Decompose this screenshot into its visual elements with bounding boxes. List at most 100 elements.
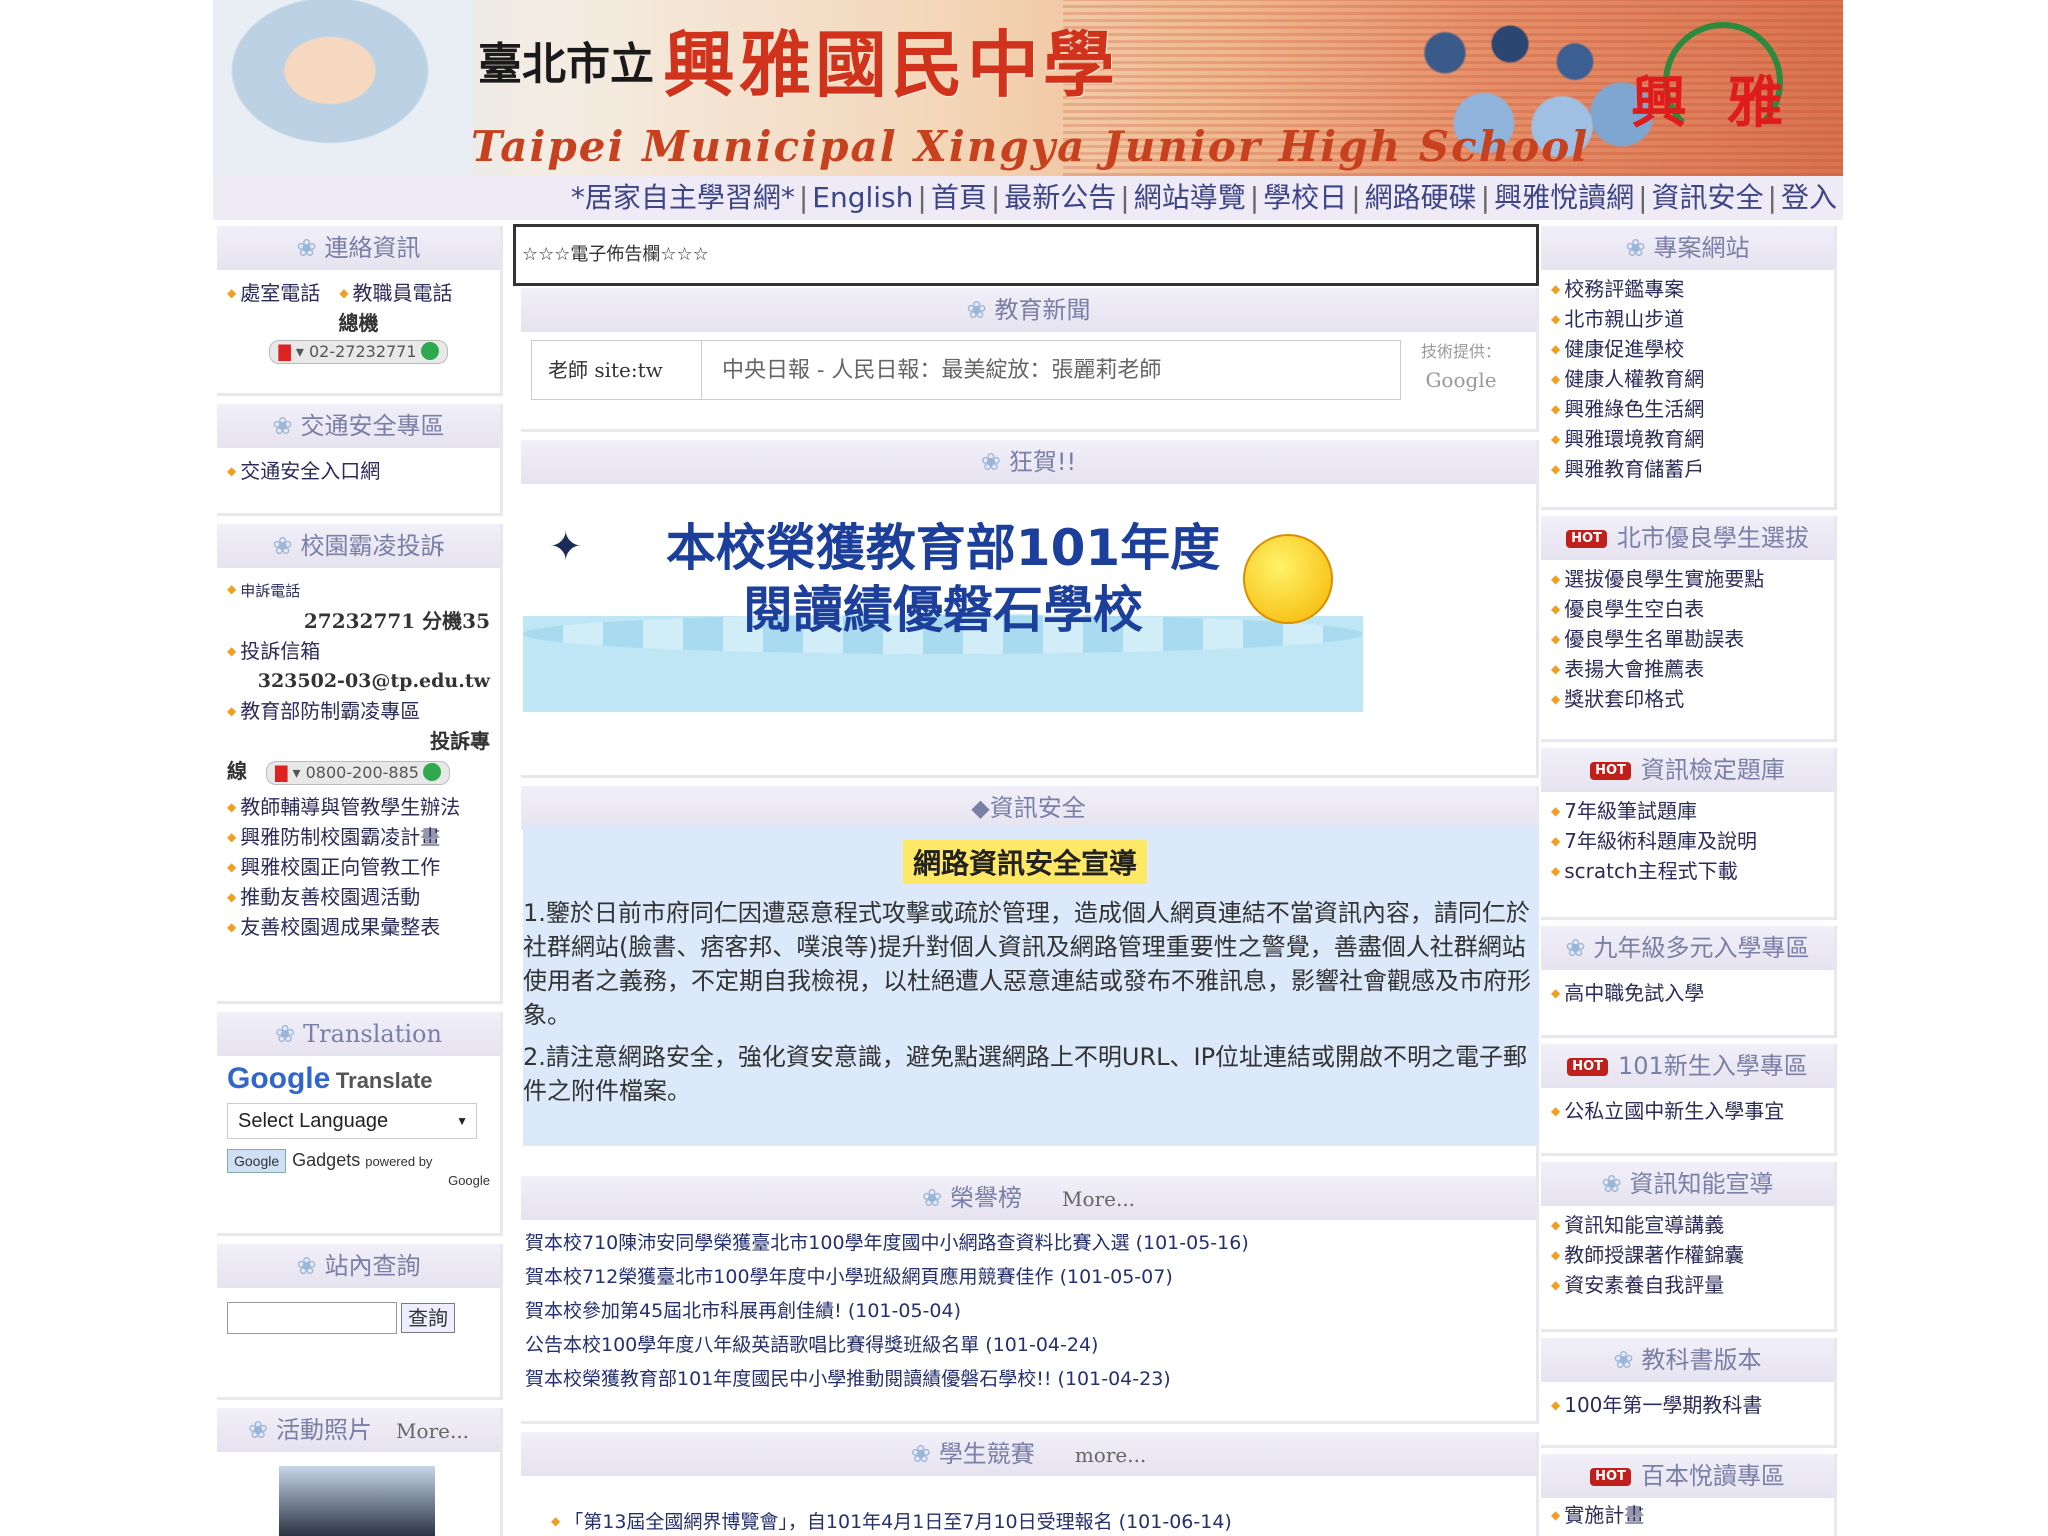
- nav-home[interactable]: 首頁: [931, 181, 987, 214]
- moe-anti-bullying-link[interactable]: 教育部防制霸凌專區: [227, 696, 490, 726]
- it-test-link-2[interactable]: 7年級術科題庫及說明: [1551, 826, 1824, 856]
- hotline-call-button[interactable]: ▇ ▾ 0800-200-885: [266, 761, 450, 785]
- nav-english[interactable]: English: [812, 181, 913, 214]
- project-link-7[interactable]: 興雅教育儲蓄戶: [1551, 454, 1824, 484]
- language-select[interactable]: Select Language: [227, 1103, 477, 1139]
- hot-badge: HOT: [1567, 1058, 1608, 1076]
- honor-item-3[interactable]: 賀本校參加第45屆北市科展再創佳績! (101-05-04): [525, 1294, 1532, 1328]
- leaf-icon: ❀: [296, 1252, 317, 1280]
- edu-news-box: ❀ 教育新聞 老師 site:tw 中央日報 - 人民日報：最美綻放：張麗莉老師 技…: [521, 288, 1539, 432]
- competition-more-link[interactable]: more...: [1075, 1443, 1146, 1467]
- nav-home-learning[interactable]: *居家自主學習網*: [571, 181, 795, 214]
- news-headline[interactable]: 中央日報 - 人民日報：最美綻放：張麗莉老師: [702, 358, 1161, 383]
- it-test-link-3[interactable]: scratch主程式下載: [1551, 856, 1824, 886]
- smiley-icon: [1243, 534, 1333, 624]
- honor-item-4[interactable]: 公告本校100學年度八年級英語歌唱比賽得獎班級名單 (101-04-24): [525, 1328, 1532, 1362]
- bullying-link-5[interactable]: 友善校園週成果彙整表: [227, 912, 490, 942]
- traffic-portal-link[interactable]: 交通安全入口網: [227, 456, 490, 486]
- reading-box: HOT百本悅讀專區 實施計畫: [1541, 1454, 1837, 1536]
- excellent-link-4[interactable]: 表揚大會推薦表: [1551, 654, 1824, 684]
- honors-title: ❀ 榮譽榜 More...: [521, 1176, 1536, 1220]
- flag-icon: ▇: [278, 342, 291, 361]
- top-nav: *居家自主學習網* | English | 首頁 | 最新公告 | 網站導覽 | 學校日 | 網路硬碟 |…: [213, 176, 1843, 220]
- news-query-label: 老師 site:tw: [532, 341, 702, 399]
- project-link-2[interactable]: 北市親山步道: [1551, 304, 1824, 334]
- nav-login[interactable]: 登入: [1781, 181, 1837, 214]
- nav-info-security[interactable]: 資訊安全: [1652, 181, 1764, 214]
- grade9-link-1[interactable]: 高中職免試入學: [1551, 978, 1824, 1008]
- competition-item-1[interactable]: 「第13屆全國網界博覽會」，自101年4月1日至7月10日受理報名 (101-0…: [551, 1504, 1506, 1536]
- hotline-head: 線: [227, 759, 247, 783]
- leaf-icon: ❀: [980, 448, 1001, 476]
- project-link-1[interactable]: 校務評鑑專案: [1551, 274, 1824, 304]
- excellent-link-5[interactable]: 獎狀套印格式: [1551, 684, 1824, 714]
- project-link-4[interactable]: 健康人權教育網: [1551, 364, 1824, 394]
- translation-box-title: ❀ Translation: [217, 1012, 500, 1056]
- bullying-link-2[interactable]: 興雅防制校園霸凌計畫: [227, 822, 490, 852]
- bullying-link-3[interactable]: 興雅校園正向管教工作: [227, 852, 490, 882]
- leaf-icon: ❀: [1613, 1346, 1634, 1374]
- it-test-link-1[interactable]: 7年級筆試題庫: [1551, 796, 1824, 826]
- leaf-icon: ❀: [1565, 934, 1586, 962]
- honor-item-1[interactable]: 賀本校710陳沛安同學榮獲臺北市100學年度國中小網路查資料比賽入選 (101-…: [525, 1226, 1532, 1260]
- award-banner-image[interactable]: ✦ 本校榮獲教育部101年度 閱讀績優磐石學校: [523, 494, 1363, 712]
- staff-phone-link[interactable]: 教職員電話: [339, 281, 452, 305]
- nav-school-day[interactable]: 學校日: [1263, 181, 1347, 214]
- activity-photo[interactable]: [279, 1466, 435, 1536]
- reading-link-1[interactable]: 實施計畫: [1551, 1500, 1824, 1530]
- award-line-2: 閱讀績優磐石學校: [743, 581, 1143, 639]
- security-paragraph-2: 2.請注意網路安全，強化資安意識，避免點選網路上不明URL、IP位址連結或開啟不…: [523, 1043, 1528, 1105]
- site-search-input[interactable]: [227, 1302, 397, 1334]
- textbook-link-1[interactable]: 100年第一學期教科書: [1551, 1390, 1824, 1420]
- news-feed-widget[interactable]: 老師 site:tw 中央日報 - 人民日報：最美綻放：張麗莉老師: [531, 340, 1401, 400]
- banner-photo-students-left: [213, 0, 473, 176]
- banner-title: 興雅國民中學: [663, 23, 1120, 107]
- nav-sitemap[interactable]: 網站導覽: [1134, 181, 1246, 214]
- nav-news[interactable]: 最新公告: [1004, 181, 1116, 214]
- bulletin-marquee[interactable]: ☆☆☆電子佈告欄☆☆☆: [513, 224, 1539, 286]
- honors-more-link[interactable]: More...: [1062, 1187, 1135, 1211]
- photos-more-link[interactable]: More...: [396, 1419, 469, 1443]
- bullying-link-4[interactable]: 推動友善校園週活動: [227, 882, 490, 912]
- project-link-5[interactable]: 興雅綠色生活網: [1551, 394, 1824, 424]
- leaf-icon: ❀: [921, 1184, 943, 1212]
- project-link-3[interactable]: 健康促進學校: [1551, 334, 1824, 364]
- leaf-icon: ❀: [272, 412, 293, 440]
- literacy-box: ❀資訊知能宣導 資訊知能宣導講義 教師授課著作權錦囊 資安素養自我評量: [1541, 1162, 1837, 1332]
- traffic-box-title: ❀ 交通安全專區: [217, 404, 500, 448]
- honor-item-2[interactable]: 賀本校712榮獲臺北市100學年度中小學班級網頁應用競賽佳作 (101-05-0…: [525, 1260, 1532, 1294]
- excellent-link-1[interactable]: 選拔優良學生實施要點: [1551, 564, 1824, 594]
- it-test-title: HOT 資訊檢定題庫: [1541, 748, 1834, 792]
- leaf-icon: ❀: [1625, 234, 1646, 262]
- site-search-box: ❀ 站內查詢 查詢: [217, 1244, 503, 1400]
- security-content: 網路資訊安全宣導 1.鑒於日前市府同仁因遭惡意程式攻擊或疏於管理，造成個人網頁連…: [523, 826, 1539, 1146]
- project-link-6[interactable]: 興雅環境教育網: [1551, 424, 1824, 454]
- photos-box-title: ❀ 活動照片 More...: [217, 1408, 500, 1452]
- gadgets-label: Gadgets: [292, 1150, 361, 1170]
- complaint-mailbox[interactable]: 323502-03@tp.edu.tw: [227, 666, 490, 696]
- nav-network-drive[interactable]: 網路硬碟: [1365, 181, 1477, 214]
- contact-box: ❀連絡資訊 處室電話 教職員電話 總機 ▇ ▾ 02-27232771: [217, 226, 503, 396]
- bullying-link-1[interactable]: 教師輔導與管教學生辦法: [227, 792, 490, 822]
- literacy-link-3[interactable]: 資安素養自我評量: [1551, 1270, 1824, 1300]
- nav-reading[interactable]: 興雅悅讀網: [1494, 181, 1634, 214]
- honor-item-5[interactable]: 賀本校榮獲教育部101年度國民中小學推動閱讀績優磐石學校!! (101-04-2…: [525, 1362, 1532, 1396]
- excellent-student-box: HOT北市優良學生選拔 選拔優良學生實施要點 優良學生空白表 優良學生名單勘誤表…: [1541, 516, 1837, 742]
- new-student-box: HOT101新生入學專區 公私立國中新生入學事宜: [1541, 1044, 1837, 1156]
- bullying-box: ❀校園霸凌投訴 申訴電話 27232771 分機35 投訴信箱 323502-0…: [217, 524, 503, 1004]
- phone-call-button[interactable]: ▇ ▾ 02-27232771: [269, 340, 448, 364]
- site-search-button[interactable]: 查詢: [401, 1303, 455, 1333]
- excellent-link-2[interactable]: 優良學生空白表: [1551, 594, 1824, 624]
- literacy-link-2[interactable]: 教師授課著作權錦囊: [1551, 1240, 1824, 1270]
- leaf-icon: ❀: [272, 532, 293, 560]
- new-student-title: HOT 101新生入學專區: [1541, 1044, 1834, 1088]
- excellent-link-3[interactable]: 優良學生名單勘誤表: [1551, 624, 1824, 654]
- google-gadgets-button[interactable]: Google: [227, 1149, 287, 1173]
- banner-english-title: Taipei Municipal Xingya Junior High Scho…: [471, 122, 1590, 171]
- new-student-link-1[interactable]: 公私立國中新生入學事宜: [1551, 1096, 1824, 1126]
- textbook-box: ❀教科書版本 100年第一學期教科書: [1541, 1338, 1837, 1448]
- complaint-phone: 27232771 分機35: [303, 609, 490, 633]
- office-phone-link[interactable]: 處室電話: [227, 281, 320, 305]
- literacy-link-1[interactable]: 資訊知能宣導講義: [1551, 1210, 1824, 1240]
- page: 臺北市立 興雅國民中學 Taipei Municipal Xingya Juni…: [213, 0, 1843, 1536]
